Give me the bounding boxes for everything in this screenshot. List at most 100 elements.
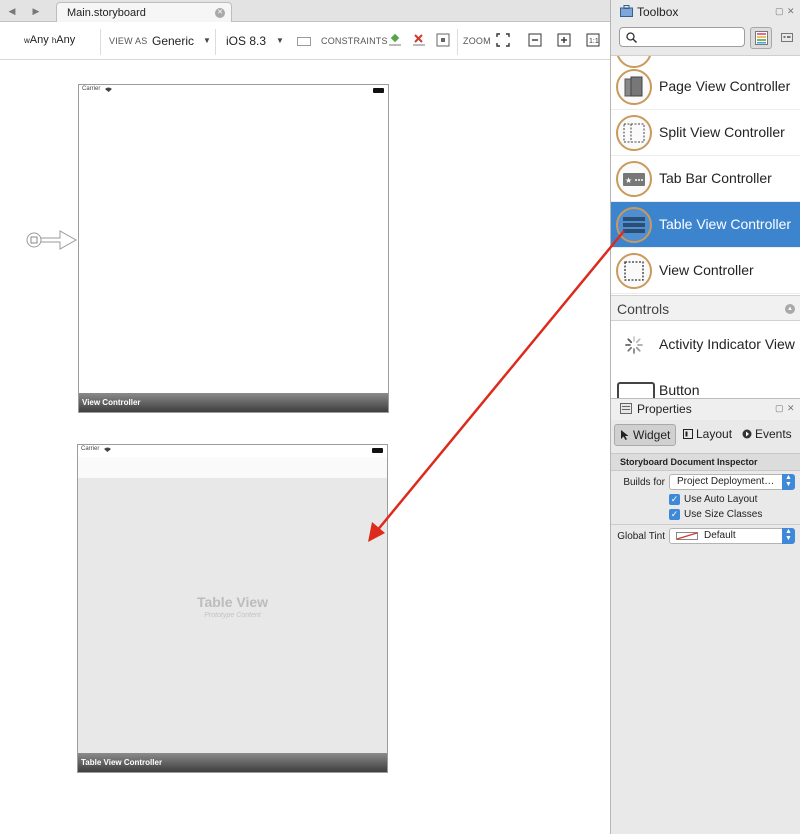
table-view[interactable]: Table View Prototype Content (78, 479, 387, 753)
remove-constraint-icon[interactable] (412, 33, 426, 47)
toolbox-item-split-view-controller[interactable]: Split View Controller (611, 110, 800, 156)
toolbox-search-field[interactable] (619, 27, 745, 47)
ios-version-dropdown-icon[interactable]: ▼ (276, 36, 284, 45)
list-view-icon (781, 33, 793, 42)
toolbox-item-label: Split View Controller (659, 124, 785, 140)
tab-widget-label: Widget (633, 428, 671, 442)
view-as-dropdown-icon[interactable]: ▼ (203, 36, 211, 45)
events-icon (742, 429, 752, 439)
search-icon (626, 32, 637, 43)
document-tab[interactable]: Main.storyboard ✕ (56, 2, 232, 23)
svg-text:1:1: 1:1 (589, 38, 599, 45)
svg-text:★: ★ (625, 176, 632, 185)
table-view-controller-scene[interactable]: Carrier Table View Prototype Content Tab… (77, 444, 388, 773)
navigation-bar (78, 457, 387, 479)
view-controller-scene[interactable]: Carrier View Controller (78, 84, 389, 413)
collapse-section-icon[interactable]: ▲ (785, 304, 795, 314)
global-tint-popup[interactable]: Default ▲ ▼ (669, 528, 795, 544)
toolbox-item-page-view-controller[interactable]: Page View Controller (611, 64, 800, 110)
scene-title: Table View Controller (81, 758, 163, 767)
toolbox-icon (620, 5, 633, 17)
right-panel: Toolbox ▢ ✕ Page View Controller Split V… (610, 0, 800, 834)
view-as-value[interactable]: Generic (152, 34, 194, 48)
scene-dock[interactable]: Table View Controller (78, 753, 387, 772)
controls-section-title: Controls (617, 301, 670, 317)
pad-maximize-icon[interactable]: ▢ (775, 403, 784, 414)
battery-icon (373, 88, 384, 93)
toolbox-title: Toolbox (637, 5, 679, 19)
toolbox-item-label: Button (659, 382, 700, 398)
toolbar-divider (457, 29, 458, 55)
inspector-section-title: Storyboard Document Inspector (620, 457, 758, 467)
use-size-classes-checkbox[interactable]: ✓ (669, 509, 680, 520)
zoom-in-icon[interactable] (557, 33, 571, 47)
carrier-label: Carrier (81, 446, 100, 452)
add-constraint-icon[interactable] (388, 33, 402, 47)
toolbox-item-view-controller[interactable]: View Controller (611, 248, 800, 294)
controls-section-header[interactable]: Controls ▲ (611, 295, 800, 321)
category-view-icon (755, 31, 768, 45)
pad-close-icon[interactable]: ✕ (787, 6, 795, 17)
toolbox-item-label: View Controller (659, 262, 754, 278)
ios-version-value[interactable]: iOS 8.3 (226, 34, 266, 48)
properties-title: Properties (637, 402, 692, 416)
toolbox-item-label: Page View Controller (659, 78, 791, 94)
toolbox-item-button[interactable]: Button (611, 368, 800, 398)
toolbox-header: Toolbox ▢ ✕ (611, 0, 800, 24)
popup-stepper-icon: ▲ ▼ (782, 528, 795, 544)
pointer-icon (621, 430, 629, 440)
tab-events-label: Events (755, 427, 792, 441)
toolbox-list: Page View Controller Split View Controll… (611, 55, 800, 398)
zoom-actual-size-icon[interactable]: 1:1 (586, 33, 600, 47)
device-frame-icon[interactable] (297, 37, 311, 46)
storyboard-editor: ◀ ▶ Main.storyboard ✕ wAny hAny VIEW AS … (0, 0, 610, 834)
activity-indicator-icon (625, 336, 643, 354)
toolbox-item-activity-indicator-view[interactable]: Activity Indicator View (611, 322, 800, 368)
tab-widget[interactable]: Widget (614, 424, 676, 446)
status-bar: Carrier (79, 85, 388, 97)
global-tint-label: Global Tint (617, 531, 665, 542)
close-tab-icon[interactable]: ✕ (215, 8, 225, 18)
storyboard-toolbar: wAny hAny VIEW AS Generic ▼ iOS 8.3 ▼ CO… (0, 22, 610, 60)
zoom-out-icon[interactable] (528, 33, 542, 47)
use-auto-layout-label: Use Auto Layout (684, 494, 758, 505)
split-view-controller-icon (616, 115, 652, 151)
properties-icon (620, 403, 632, 414)
layout-icon (683, 429, 693, 439)
size-class-selector[interactable]: wAny hAny (24, 34, 75, 46)
zoom-fit-icon[interactable] (496, 33, 510, 47)
builds-for-popup[interactable]: Project Deployment… ▲ ▼ (669, 474, 795, 490)
zoom-label: ZOOM (463, 36, 491, 46)
scene-dock[interactable]: View Controller (79, 393, 388, 412)
carrier-label: Carrier (82, 86, 101, 92)
pad-maximize-icon[interactable]: ▢ (775, 6, 784, 17)
toolbox-item-tab-bar-controller[interactable]: ★ Tab Bar Controller (611, 156, 800, 202)
page-view-controller-icon (616, 69, 652, 105)
toolbar-divider (100, 29, 101, 55)
list-view-button[interactable] (777, 27, 799, 49)
table-view-title: Table View (196, 594, 269, 610)
tab-events[interactable]: Events (737, 424, 797, 446)
initial-view-controller-arrow[interactable] (26, 228, 78, 252)
resolve-layout-icon[interactable] (436, 33, 450, 47)
wifi-icon (104, 447, 111, 452)
app-window: ◀ ▶ Main.storyboard ✕ wAny hAny VIEW AS … (0, 0, 800, 834)
properties-header: Properties ▢ ✕ (611, 398, 800, 420)
properties-tabs: Widget Layout Events (611, 420, 800, 450)
back-arrow-icon[interactable]: ◀ (4, 3, 20, 19)
use-auto-layout-checkbox[interactable]: ✓ (669, 494, 680, 505)
table-view-controller-icon (616, 207, 652, 243)
pad-close-icon[interactable]: ✕ (787, 403, 795, 414)
inspector-divider (611, 524, 800, 525)
category-view-button[interactable] (750, 27, 772, 49)
table-view-subtitle: Prototype Content (204, 612, 261, 619)
view-as-label: VIEW AS (109, 36, 148, 46)
tab-layout[interactable]: Layout (678, 424, 736, 446)
forward-arrow-icon[interactable]: ▶ (28, 3, 44, 19)
no-color-swatch-icon (676, 532, 698, 540)
popup-stepper-icon: ▲ ▼ (782, 474, 795, 490)
constraints-label: CONSTRAINTS (321, 36, 388, 46)
toolbox-item-table-view-controller[interactable]: Table View Controller (611, 202, 800, 248)
document-tab-bar: ◀ ▶ Main.storyboard ✕ (0, 0, 610, 23)
inspector-section-header: Storyboard Document Inspector (611, 453, 800, 471)
